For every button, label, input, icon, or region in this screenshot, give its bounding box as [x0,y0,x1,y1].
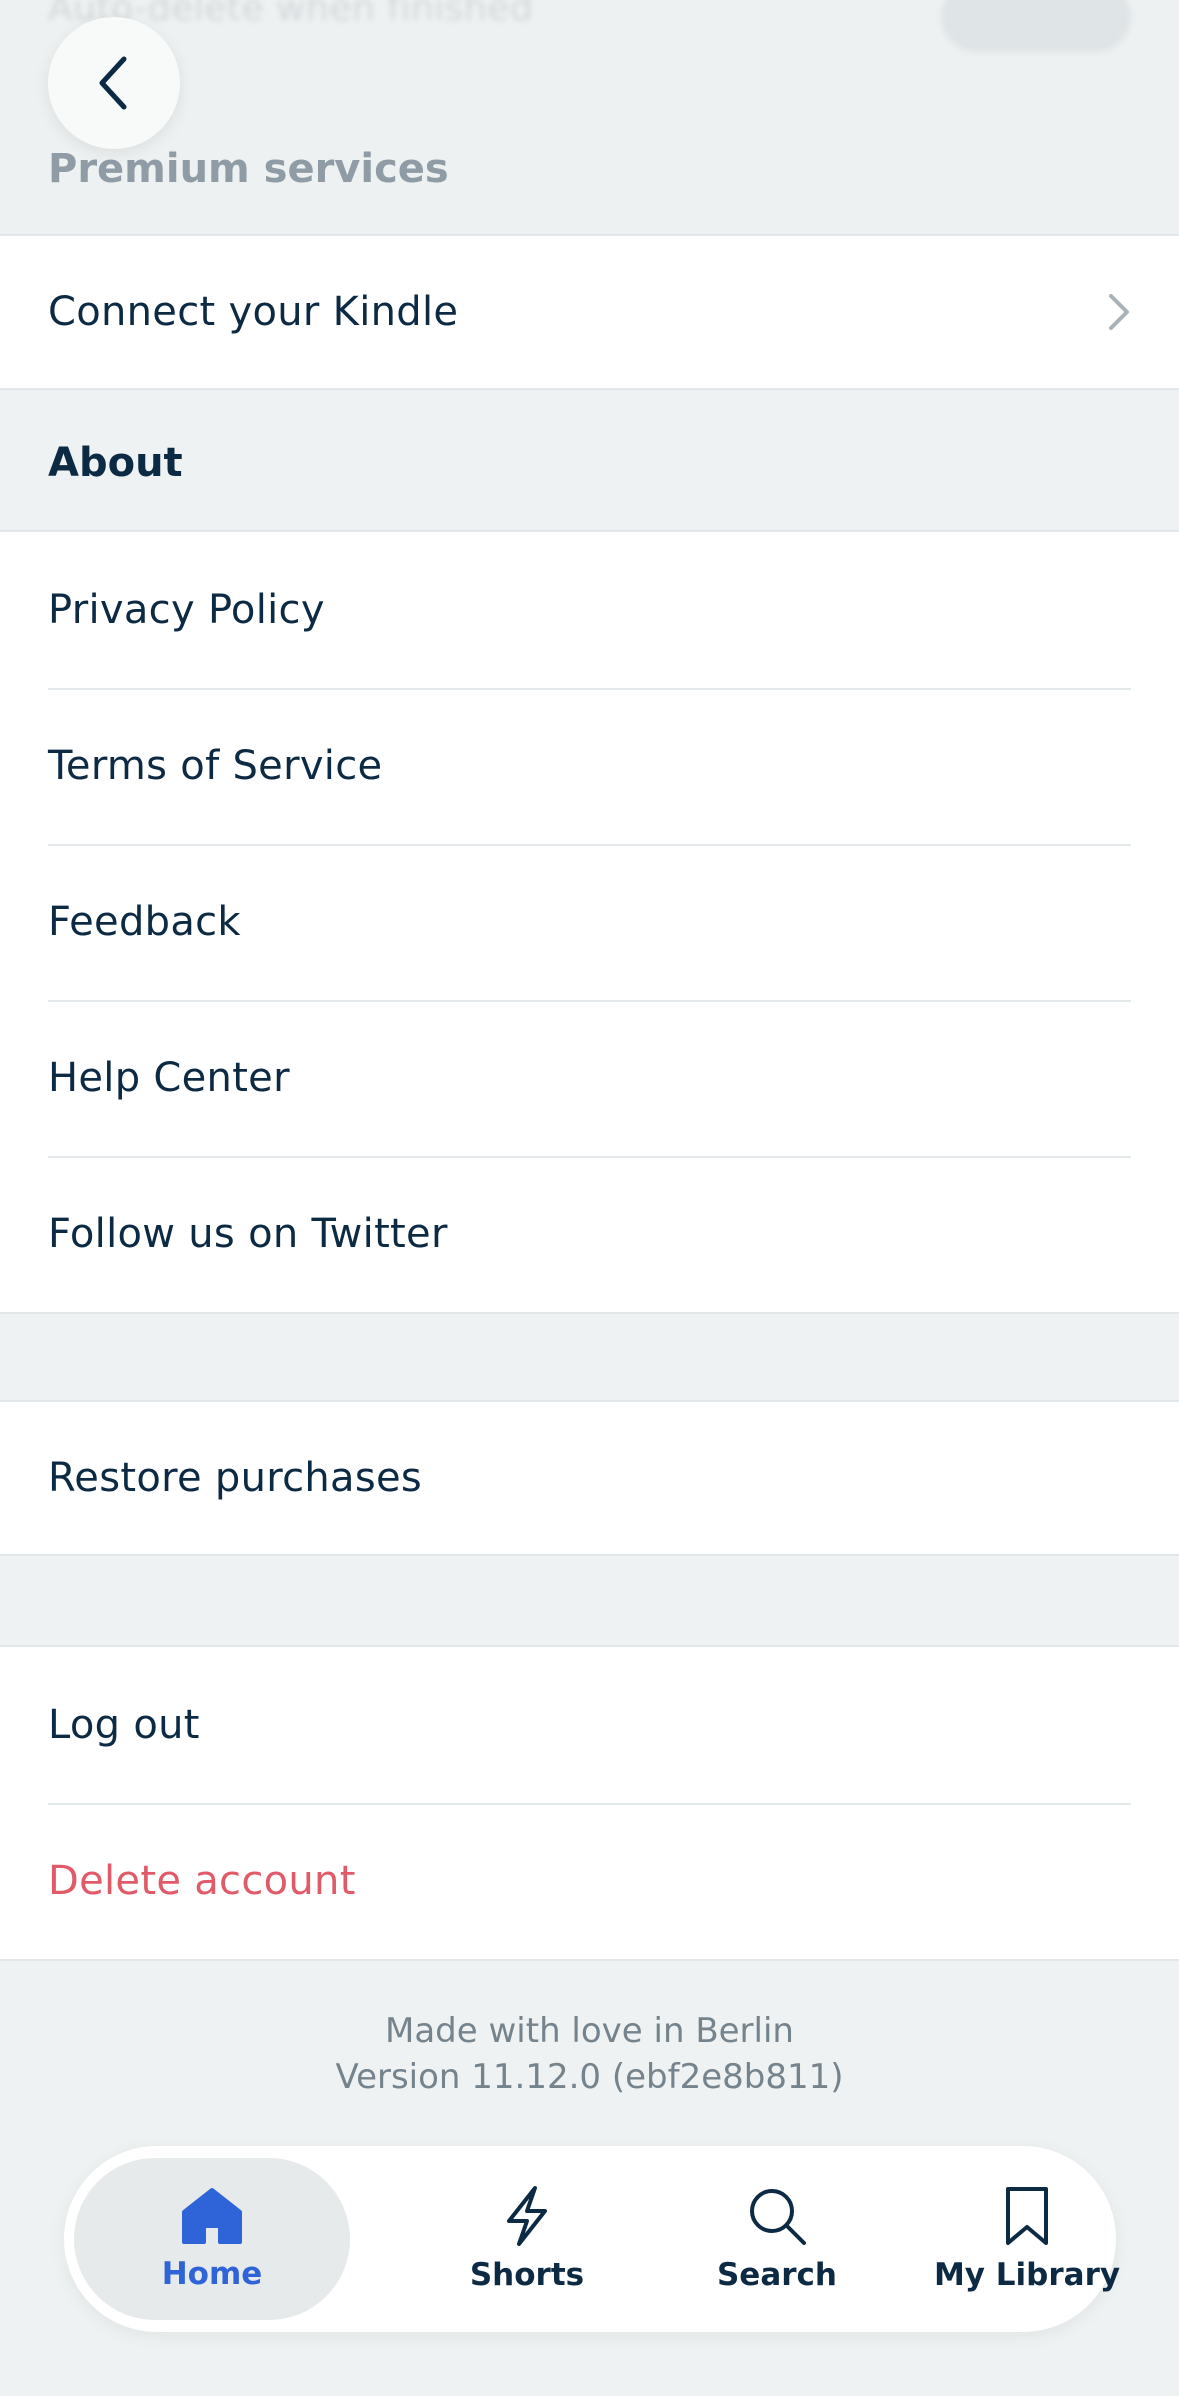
about-section-header: About [0,390,1179,532]
back-button[interactable] [48,17,180,149]
blurred-toggle [941,0,1131,52]
bookmark-icon [1006,2187,1048,2245]
app-version: Version 11.12.0 (ebf2e8b811) [335,2057,844,2097]
log-out-row[interactable]: Log out [0,1647,1179,1803]
log-out-label: Log out [48,1702,200,1748]
tab-search[interactable]: Search [652,2158,902,2320]
feedback-row[interactable]: Feedback [0,844,1179,1000]
help-center-label: Help Center [48,1055,290,1101]
restore-purchases-row[interactable]: Restore purchases [0,1402,1179,1554]
search-icon [750,2189,806,2245]
follow-twitter-label: Follow us on Twitter [48,1211,448,1257]
privacy-policy-label: Privacy Policy [48,587,325,633]
tab-my-library-label: My Library [933,2257,1121,2293]
terms-of-service-label: Terms of Service [48,743,383,789]
top-fade-area: Auto-delete when finished Premium servic… [0,0,1179,234]
connect-kindle-label: Connect your Kindle [48,289,459,335]
tab-search-label: Search [716,2257,837,2293]
tab-home[interactable]: Home [74,2158,350,2320]
footer-tagline: Made with love in Berlin [385,2011,794,2051]
purchases-group: Restore purchases [0,1400,1179,1556]
account-group: Log out Delete account [0,1645,1179,1961]
delete-account-label: Delete account [48,1858,356,1904]
tab-shorts[interactable]: Shorts [402,2158,652,2320]
section-title-premium: Premium services [48,146,449,192]
connect-kindle-row[interactable]: Connect your Kindle [0,236,1179,388]
bottom-tab-bar: Home Shorts Search My Library [64,2146,1120,2332]
tab-home-label: Home [161,2256,263,2292]
chevron-right-icon [1109,294,1129,330]
home-icon [182,2188,242,2244]
follow-twitter-row[interactable]: Follow us on Twitter [0,1156,1179,1312]
lightning-icon [507,2186,547,2246]
privacy-policy-row[interactable]: Privacy Policy [0,532,1179,688]
delete-account-row[interactable]: Delete account [0,1803,1179,1959]
tab-my-library[interactable]: My Library [902,2158,1152,2320]
tab-shorts-label: Shorts [469,2257,585,2293]
footer: Made with love in Berlin Version 11.12.0… [0,2008,1179,2100]
feedback-label: Feedback [48,899,241,945]
about-group: Privacy Policy Terms of Service Feedback… [0,530,1179,1314]
premium-services-group: Connect your Kindle [0,234,1179,390]
section-title-about: About [48,440,183,486]
chevron-left-icon [99,56,127,110]
help-center-row[interactable]: Help Center [0,1000,1179,1156]
terms-of-service-row[interactable]: Terms of Service [0,688,1179,844]
restore-purchases-label: Restore purchases [48,1455,423,1501]
